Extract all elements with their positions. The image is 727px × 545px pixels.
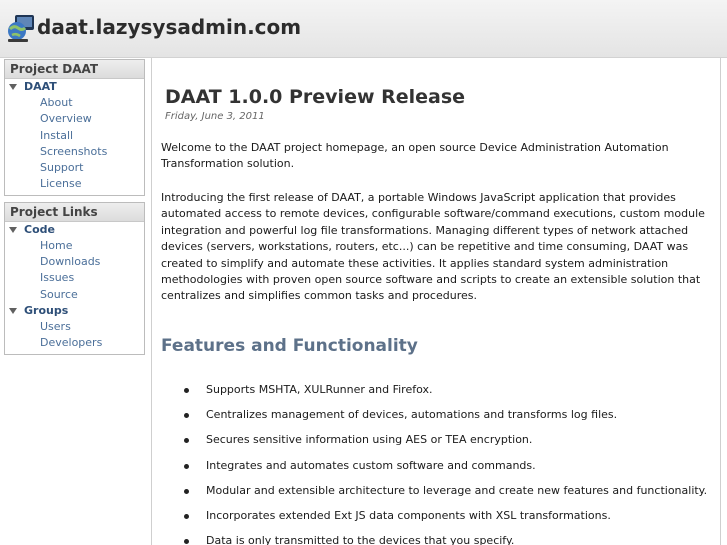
list-item: Secures sensitive information using AES … — [161, 432, 709, 457]
site-header: daat.lazysysadmin.com — [0, 0, 727, 58]
sidebar-link-screenshots[interactable]: Screenshots — [5, 144, 144, 160]
list-item: Modular and extensible architecture to l… — [161, 483, 709, 508]
sidebar-link-support[interactable]: Support — [5, 160, 144, 176]
main-content: DAAT 1.0.0 Preview Release Friday, June … — [151, 58, 721, 545]
features-list: Supports MSHTA, XULRunner and Firefox. C… — [161, 382, 709, 545]
sidebar-link-users[interactable]: Users — [5, 319, 144, 335]
sidebar-group-daat[interactable]: DAAT — [5, 79, 144, 95]
sidebar-link-overview[interactable]: Overview — [5, 111, 144, 127]
sidebar-group-groups[interactable]: Groups — [5, 303, 144, 319]
sidebar-link-install[interactable]: Install — [5, 128, 144, 144]
intro-paragraph: Welcome to the DAAT project homepage, an… — [161, 141, 669, 171]
triangle-down-icon — [9, 226, 17, 233]
project-links-box: Project Links Code Home Downloads Issues… — [4, 201, 145, 355]
sidebar-group-label: DAAT — [24, 80, 57, 93]
list-item: Incorporates extended Ext JS data compon… — [161, 508, 709, 533]
list-item: Centralizes management of devices, autom… — [161, 407, 709, 432]
sidebar-group-label: Groups — [24, 303, 69, 317]
sidebar-group-label: Code — [24, 222, 55, 236]
sidebar-link-issues[interactable]: Issues — [5, 270, 144, 286]
sidebar-link-home[interactable]: Home — [5, 238, 144, 254]
list-item: Integrates and automates custom software… — [161, 458, 709, 483]
sidebar-link-source[interactable]: Source — [5, 287, 144, 303]
project-daat-title: Project DAAT — [5, 60, 144, 79]
site-title[interactable]: daat.lazysysadmin.com — [37, 15, 301, 39]
list-item: Data is only transmitted to the devices … — [161, 533, 709, 545]
globe-computer-icon[interactable] — [6, 13, 36, 43]
sidebar: Project DAAT DAAT About Overview Install… — [4, 59, 145, 361]
triangle-down-icon — [9, 84, 17, 90]
body-paragraph: Introducing the first release of DAAT, a… — [161, 191, 705, 303]
sidebar-link-downloads[interactable]: Downloads — [5, 254, 144, 270]
post-title[interactable]: DAAT 1.0.0 Preview Release — [165, 86, 465, 108]
project-daat-box: Project DAAT DAAT About Overview Install… — [4, 59, 145, 196]
sidebar-link-license[interactable]: License — [5, 176, 144, 192]
sidebar-link-about[interactable]: About — [5, 95, 144, 111]
post-date: Friday, June 3, 2011 — [165, 111, 265, 122]
features-heading: Features and Functionality — [161, 336, 418, 356]
sidebar-group-code[interactable]: Code — [5, 222, 144, 238]
list-item: Supports MSHTA, XULRunner and Firefox. — [161, 382, 709, 407]
triangle-down-icon — [9, 307, 17, 314]
project-links-title: Project Links — [5, 202, 144, 222]
sidebar-link-developers[interactable]: Developers — [5, 335, 144, 351]
